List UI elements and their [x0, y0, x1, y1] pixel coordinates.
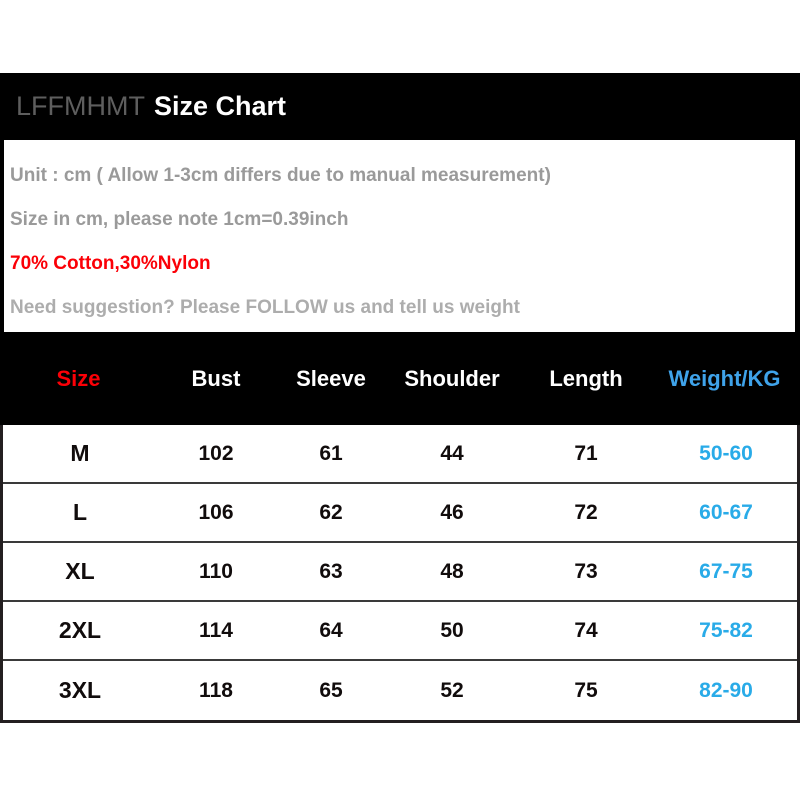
info-line-material: 70% Cotton,30%Nylon [10, 253, 211, 274]
cell-bust: 114 [199, 618, 233, 642]
table-row: 3XL 118 65 52 75 82-90 [3, 661, 797, 720]
table-header-row: Size Bust Sleeve Shoulder Length Weight/… [0, 332, 800, 425]
cell-sleeve: 65 [319, 678, 343, 702]
cell-sleeve: 63 [319, 559, 343, 583]
cell-shoulder: 52 [440, 678, 464, 702]
cell-length: 72 [574, 500, 598, 524]
cell-bust: 102 [198, 441, 234, 465]
cell-size: XL [65, 558, 95, 584]
column-header-shoulder: Shoulder [404, 365, 500, 391]
size-table: Size Bust Sleeve Shoulder Length Weight/… [0, 332, 800, 723]
page-title: Size Chart [153, 91, 287, 121]
cell-length: 74 [574, 618, 598, 642]
cell-bust: 110 [199, 559, 233, 583]
cell-length: 75 [574, 678, 598, 702]
cell-bust: 118 [199, 678, 233, 702]
table-row: L 106 62 46 72 60-67 [3, 484, 797, 543]
column-header-weight: Weight/KG [668, 365, 781, 391]
cell-weight: 75-82 [699, 618, 753, 642]
table-body: M 102 61 44 71 50-60 L 106 62 46 72 60-6… [0, 425, 800, 723]
cell-weight: 82-90 [699, 678, 753, 702]
table-row: 2XL 114 64 50 74 75-82 [3, 602, 797, 661]
column-header-size: Size [56, 365, 101, 391]
cell-length: 71 [574, 441, 598, 465]
cell-shoulder: 48 [440, 559, 464, 583]
cell-shoulder: 46 [440, 500, 464, 524]
cell-shoulder: 50 [440, 618, 464, 642]
cell-weight: 50-60 [699, 441, 753, 465]
column-header-sleeve: Sleeve [296, 365, 366, 391]
brand-name: LFFMHMT [16, 91, 145, 121]
column-header-length: Length [549, 365, 623, 391]
table-row: M 102 61 44 71 50-60 [3, 425, 797, 484]
cell-sleeve: 62 [319, 500, 343, 524]
cell-size: 2XL [58, 617, 102, 643]
cell-sleeve: 61 [319, 441, 343, 465]
title-band: LFFMHMT Size Chart [0, 73, 800, 140]
info-panel: Unit : cm ( Allow 1-3cm differs due to m… [4, 140, 795, 332]
size-chart-page: LFFMHMT Size Chart Unit : cm ( Allow 1-3… [0, 0, 800, 800]
cell-bust: 106 [198, 500, 234, 524]
cell-size: L [72, 499, 88, 525]
info-line-conversion: Size in cm, please note 1cm=0.39inch [10, 209, 349, 230]
cell-shoulder: 44 [440, 441, 464, 465]
cell-size: M [70, 440, 90, 466]
info-line-suggestion: Need suggestion? Please FOLLOW us and te… [10, 297, 520, 318]
column-header-bust: Bust [191, 365, 241, 391]
info-line-unit: Unit : cm ( Allow 1-3cm differs due to m… [10, 165, 551, 186]
table-row: XL 110 63 48 73 67-75 [3, 543, 797, 602]
cell-length: 73 [574, 559, 598, 583]
cell-sleeve: 64 [319, 618, 343, 642]
cell-weight: 60-67 [699, 500, 753, 524]
cell-size: 3XL [58, 677, 102, 703]
cell-weight: 67-75 [699, 559, 753, 583]
info-panel-outer: Unit : cm ( Allow 1-3cm differs due to m… [0, 140, 800, 332]
